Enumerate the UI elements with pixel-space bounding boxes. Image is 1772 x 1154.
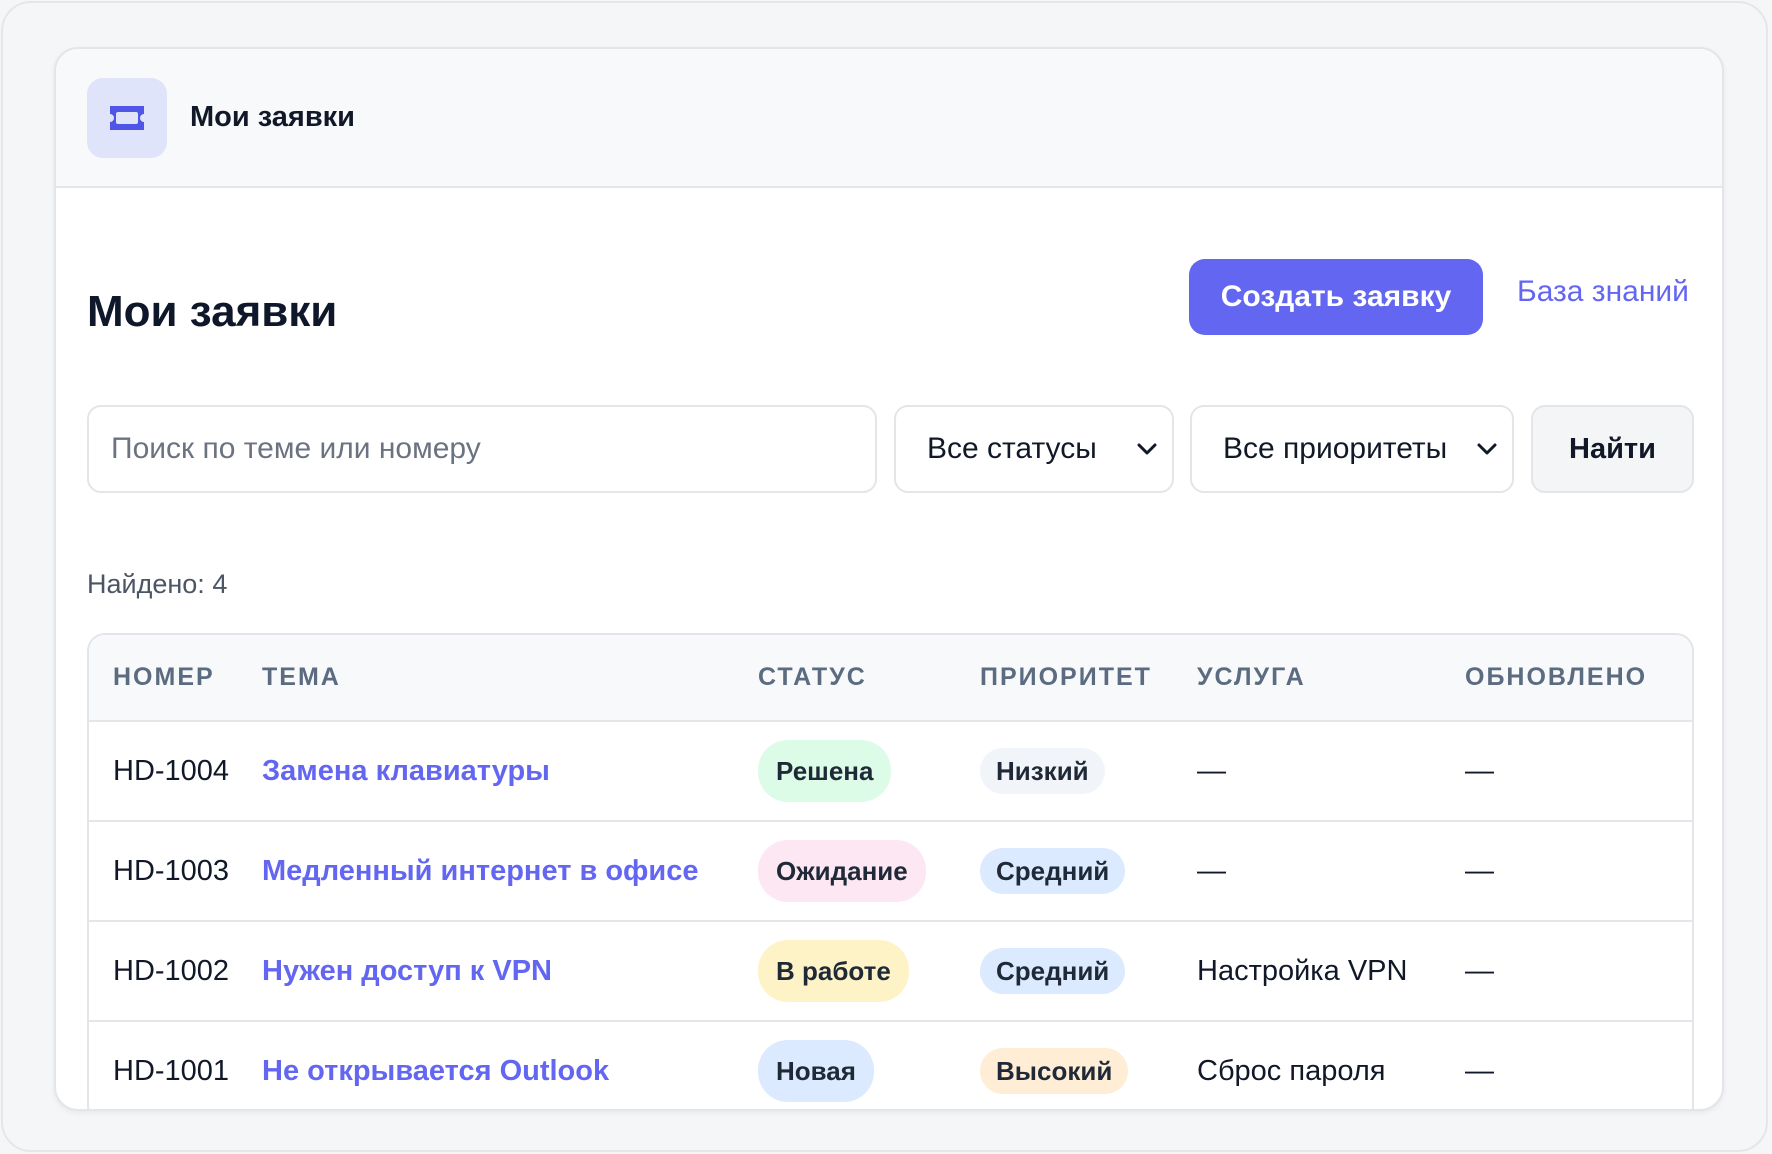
table-row: HD-1003 Медленный интернет в офисе Ожида… [89,821,1692,921]
knowledge-base-link[interactable]: База знаний [1517,275,1689,309]
ticket-updated: — [1465,754,1494,787]
ticket-updated: — [1465,954,1494,987]
ticket-id: HD-1004 [113,754,230,787]
status-filter-select[interactable]: Все статусы [894,405,1174,493]
results-count-value: 4 [212,569,228,599]
ticket-subject-link[interactable]: Медленный интернет в офисе [262,855,699,887]
ticket-updated: — [1465,854,1494,887]
column-header-service: УСЛУГА [1197,635,1465,722]
tickets-card: Мои заявки Мои заявки Создать заявку Баз… [54,47,1724,1111]
column-header-updated: ОБНОВЛЕНО [1465,635,1692,722]
table-header-row: НОМЕР ТЕМА СТАТУС ПРИОРИТЕТ УСЛУГА ОБНОВ… [89,635,1692,722]
ticket-service: — [1197,754,1226,787]
results-count: Найдено: 4 [87,569,227,600]
ticket-id: HD-1002 [113,954,230,987]
status-badge: Решена [758,740,892,802]
header-title: Мои заявки [190,101,356,133]
page-title: Мои заявки [87,287,338,336]
priority-badge: Низкий [980,748,1105,794]
column-header-status: СТАТУС [758,635,980,722]
card-header: Мои заявки [56,49,1722,188]
table-row: HD-1004 Замена клавиатуры Решена Низкий … [89,721,1692,821]
priority-filter-select[interactable]: Все приоритеты [1190,405,1514,493]
ticket-service: Сброс пароля [1197,1054,1386,1087]
status-badge: Ожидание [758,840,926,902]
create-ticket-button[interactable]: Создать заявку [1189,259,1483,335]
app-frame: Мои заявки Мои заявки Создать заявку Баз… [1,1,1768,1152]
ticket-subject-link[interactable]: Не открывается Outlook [262,1055,609,1087]
column-header-id: НОМЕР [89,635,262,722]
table-row: HD-1001 Не открывается Outlook Новая Выс… [89,1021,1692,1109]
ticket-icon [87,77,167,158]
column-header-priority: ПРИОРИТЕТ [980,635,1197,722]
table-row: HD-1002 Нужен доступ к VPN В работе Сред… [89,921,1692,1021]
column-header-subject: ТЕМА [262,635,758,722]
chevron-down-icon [1136,442,1158,456]
status-badge: В работе [758,940,909,1002]
ticket-id: HD-1003 [113,854,230,887]
priority-filter-value: Все приоритеты [1223,432,1448,465]
ticket-subject-link[interactable]: Замена клавиатуры [262,755,550,787]
chevron-down-icon [1476,442,1498,456]
status-badge: Новая [758,1040,874,1102]
status-filter-value: Все статусы [927,432,1097,465]
priority-badge: Высокий [980,1048,1129,1094]
find-button[interactable]: Найти [1531,405,1694,493]
priority-badge: Средний [980,948,1126,994]
ticket-service: — [1197,854,1226,887]
priority-badge: Средний [980,848,1126,894]
tickets-table: НОМЕР ТЕМА СТАТУС ПРИОРИТЕТ УСЛУГА ОБНОВ… [87,633,1694,1109]
ticket-id: HD-1001 [113,1054,230,1087]
ticket-updated: — [1465,1054,1494,1087]
ticket-service: Настройка VPN [1197,954,1408,987]
ticket-subject-link[interactable]: Нужен доступ к VPN [262,955,552,987]
search-input[interactable] [87,405,877,493]
results-count-label: Найдено: [87,569,205,599]
